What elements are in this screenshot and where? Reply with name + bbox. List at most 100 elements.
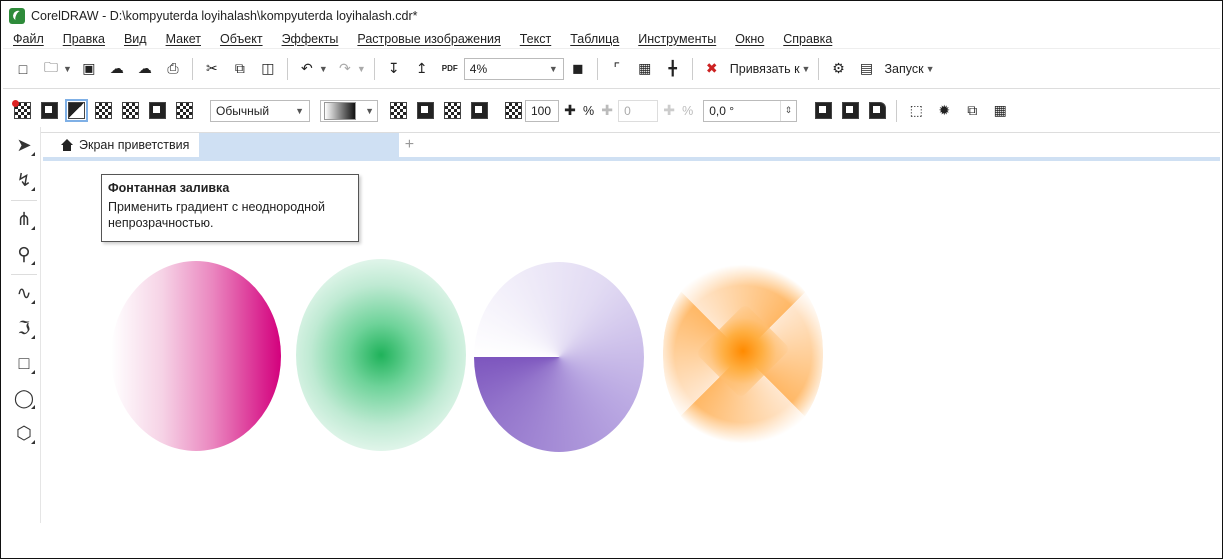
freehand-tool-icon[interactable]: ∿ xyxy=(9,278,39,308)
menu-file[interactable]: Файл xyxy=(13,32,44,46)
tab-welcome-screen[interactable]: Экран приветствия xyxy=(51,133,199,157)
rectangle-tool-icon[interactable]: □ xyxy=(9,348,39,378)
export-icon[interactable]: ↥ xyxy=(413,60,431,78)
two-color-transparency-icon[interactable] xyxy=(149,102,166,119)
smooth-transparency-icon[interactable] xyxy=(869,102,887,119)
redo-icon[interactable]: ↷ xyxy=(336,60,354,78)
edit-transparency-icon[interactable]: ▦ xyxy=(991,102,1009,120)
full-screen-icon[interactable]: ◼ xyxy=(569,60,587,78)
grid-icon[interactable]: ▦ xyxy=(636,60,654,78)
purple-conical-gradient-ellipse[interactable] xyxy=(474,262,644,452)
menu-tools[interactable]: Инструменты xyxy=(638,32,716,46)
zoom-tool-icon[interactable]: ⚲ xyxy=(9,239,39,269)
angle-spinner-icon[interactable]: ⇕ xyxy=(779,100,797,121)
export-pdf-icon[interactable]: PDF xyxy=(441,60,459,78)
paste-icon[interactable]: ◫ xyxy=(259,60,277,78)
midpoint-input[interactable]: 0 xyxy=(618,99,659,122)
separator xyxy=(818,57,820,80)
transparency-target-icon[interactable]: ✹ xyxy=(935,102,953,120)
menu-table[interactable]: Таблица xyxy=(570,32,619,46)
pink-linear-gradient-ellipse[interactable] xyxy=(111,261,281,451)
cut-icon[interactable]: ✂ xyxy=(203,60,221,78)
menu-bar: Файл Правка Вид Макет Объект Эффекты Рас… xyxy=(3,29,1220,49)
copy-icon[interactable]: ⧉ xyxy=(231,60,249,78)
document-tabs: Экран приветствия + xyxy=(51,133,419,157)
snap-dropdown-icon[interactable]: ▼ xyxy=(802,64,811,74)
menu-object[interactable]: Объект xyxy=(220,32,263,46)
menu-effects[interactable]: Эффекты xyxy=(282,32,339,46)
menu-help[interactable]: Справка xyxy=(783,32,832,46)
pick-tool-icon[interactable]: ➤ xyxy=(9,130,39,160)
undo-dropdown-icon[interactable]: ▼ xyxy=(319,64,328,74)
conical-fountain-icon[interactable] xyxy=(444,102,461,119)
rulers-icon[interactable]: ⌜ xyxy=(608,60,626,78)
merge-mode-combo[interactable]: Обычный ▼ xyxy=(210,99,310,122)
fountain-transparency-icon[interactable] xyxy=(65,99,88,122)
menu-text[interactable]: Текст xyxy=(520,32,551,46)
chevron-down-icon[interactable]: ▼ xyxy=(289,106,304,116)
shape-tool-icon[interactable]: ↯ xyxy=(9,165,39,195)
mirror-transparency-icon[interactable] xyxy=(842,102,860,119)
gradient-picker[interactable]: ▼ xyxy=(320,99,378,122)
zoom-level-combo[interactable]: 4% ▼ xyxy=(463,57,564,80)
separator xyxy=(286,57,288,80)
crop-tool-icon[interactable]: ⋔ xyxy=(9,204,39,234)
vector-pattern-transparency-icon[interactable] xyxy=(95,102,112,119)
menu-window[interactable]: Окно xyxy=(735,32,764,46)
menu-edit[interactable]: Правка xyxy=(63,32,105,46)
guidelines-icon[interactable]: ╋ xyxy=(664,60,682,78)
open-folder-icon[interactable]: 🗀 xyxy=(42,59,60,78)
snap-off-icon[interactable]: ✖ xyxy=(703,60,721,78)
launch-label[interactable]: Запуск xyxy=(884,62,923,76)
rectangular-fountain-icon[interactable] xyxy=(471,102,488,119)
undo-icon[interactable]: ↶ xyxy=(298,60,316,78)
cloud-upload-icon[interactable]: ☁ xyxy=(108,60,126,78)
fountain-fill-tooltip: Фонтанная заливка Применить градиент с н… xyxy=(101,174,359,242)
menu-layout[interactable]: Макет xyxy=(166,32,201,46)
menu-bitmaps[interactable]: Растровые изображения xyxy=(357,32,500,46)
ellipse-tool-icon[interactable]: ◯ xyxy=(9,383,39,413)
node-position-disabled-icon: ✚ xyxy=(663,102,675,118)
no-transparency-icon[interactable] xyxy=(12,100,31,119)
open-dropdown-icon[interactable]: ▼ xyxy=(63,64,72,74)
node-position-icon[interactable]: ✚ xyxy=(562,102,578,120)
window-title: CorelDRAW - D:\kompyuterda loyihalash\ko… xyxy=(31,9,418,23)
tab-welcome-label: Экран приветствия xyxy=(79,138,190,152)
gear-icon[interactable]: ⚙ xyxy=(829,60,847,78)
chevron-down-icon[interactable]: ▼ xyxy=(359,106,374,116)
linear-fountain-icon[interactable] xyxy=(390,102,407,119)
percent-label-disabled: % xyxy=(682,103,694,118)
angle-input[interactable]: 0,0 ° ⇕ xyxy=(703,99,798,122)
free-scale-icon[interactable]: ⬚ xyxy=(907,102,925,120)
chevron-down-icon[interactable]: ▼ xyxy=(543,64,558,74)
elliptical-fountain-icon[interactable] xyxy=(417,102,434,119)
add-tab-button[interactable]: + xyxy=(399,136,419,154)
snap-to-label[interactable]: Привязать к xyxy=(730,62,800,76)
tab-document[interactable] xyxy=(199,133,400,157)
menu-view[interactable]: Вид xyxy=(124,32,147,46)
copy-transparency-icon[interactable]: ⧉ xyxy=(963,102,981,120)
merge-mode-value: Обычный xyxy=(216,103,270,118)
redo-dropdown-icon[interactable]: ▼ xyxy=(357,64,366,74)
bitmap-pattern-transparency-icon[interactable] xyxy=(122,102,139,119)
toolbox: ➤ ↯ ⋔ ⚲ ∿ ℑ □ ◯ ⬡ xyxy=(3,127,41,523)
texture-transparency-icon[interactable] xyxy=(176,102,193,119)
tooltip-body-line1: Применить градиент с неоднородной xyxy=(108,200,326,214)
launcher-icon[interactable]: ▤ xyxy=(857,60,875,78)
print-icon[interactable]: ⎙ xyxy=(164,60,182,78)
cloud-sync-icon[interactable]: ☁ xyxy=(136,60,154,78)
green-radial-gradient-ellipse[interactable] xyxy=(296,259,466,451)
uniform-transparency-icon[interactable] xyxy=(41,102,58,119)
polygon-tool-icon[interactable]: ⬡ xyxy=(9,418,39,448)
artistic-media-tool-icon[interactable]: ℑ xyxy=(9,313,39,343)
separator xyxy=(11,274,37,275)
import-icon[interactable]: ↧ xyxy=(385,60,403,78)
save-icon[interactable]: ▣ xyxy=(80,60,98,78)
reverse-transparency-icon[interactable] xyxy=(815,102,833,119)
midpoint-value: 0 xyxy=(624,103,631,118)
zoom-level-value: 4% xyxy=(469,61,488,76)
opacity-input[interactable]: 100 xyxy=(525,99,559,122)
coreldraw-window: CorelDRAW - D:\kompyuterda loyihalash\ko… xyxy=(3,3,1220,523)
new-document-icon[interactable]: □ xyxy=(14,60,32,78)
launch-dropdown-icon[interactable]: ▼ xyxy=(926,64,935,74)
